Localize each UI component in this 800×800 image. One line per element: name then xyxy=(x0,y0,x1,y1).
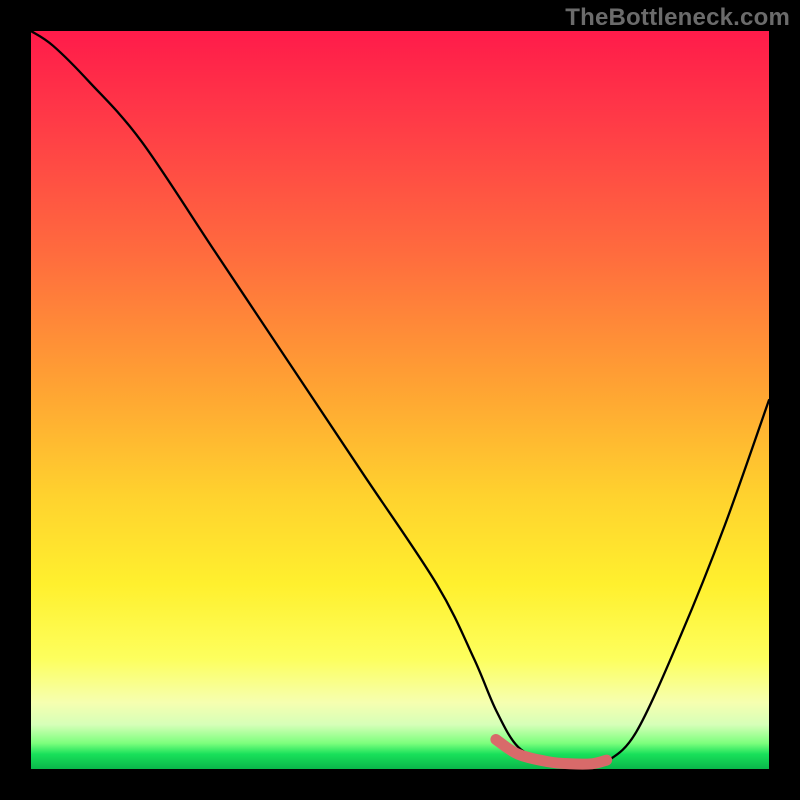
optimal-range-highlight xyxy=(496,740,607,765)
watermark-text: TheBottleneck.com xyxy=(565,4,790,32)
curve-layer xyxy=(31,31,769,769)
chart-frame: TheBottleneck.com xyxy=(0,0,800,800)
plot-area xyxy=(31,31,769,769)
bottleneck-curve xyxy=(31,31,769,766)
